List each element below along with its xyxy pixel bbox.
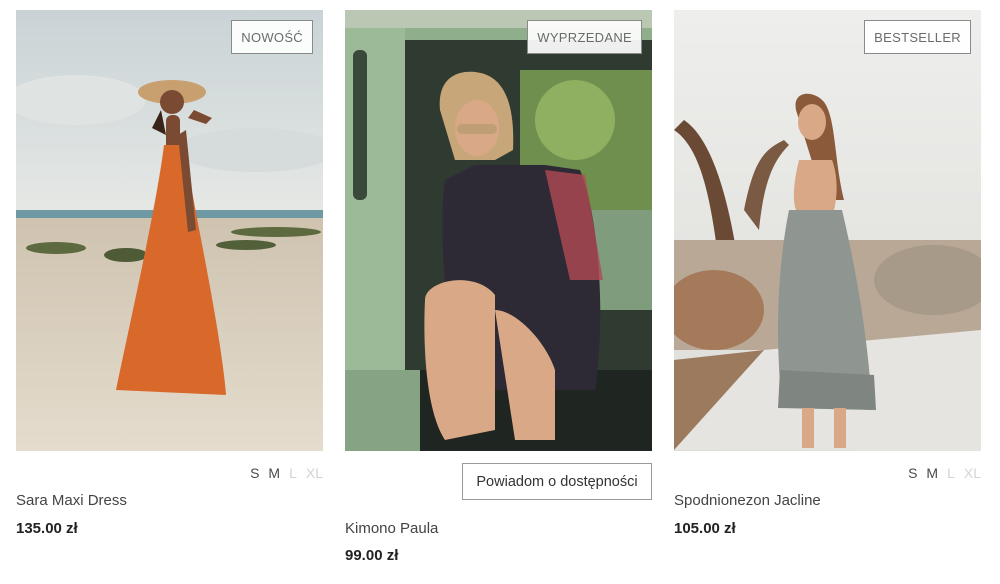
new-badge: NOWOŚĆ [231, 20, 313, 54]
size-options: S M L XL [241, 462, 323, 484]
notify-availability-button[interactable]: Powiadom o dostępności [462, 463, 652, 500]
size-option-xl: XL [963, 465, 981, 481]
product-card: WYPRZEDANE Powiadom o dostępności Kimono… [345, 10, 652, 564]
product-name[interactable]: Kimono Paula [345, 520, 438, 537]
product-image[interactable]: BESTSELLER [674, 10, 981, 451]
garden-photo [674, 10, 981, 451]
product-card: NOWOŚĆ S M L XL Sara Maxi Dress 135.00 z… [16, 10, 323, 537]
size-option-l: L [289, 465, 297, 481]
product-price: 135.00 zł [16, 520, 78, 537]
product-price: 99.00 zł [345, 547, 399, 564]
size-option-m[interactable]: M [926, 462, 938, 484]
beach-photo [16, 10, 323, 451]
product-name[interactable]: Sara Maxi Dress [16, 492, 127, 509]
size-options: S M L XL [899, 462, 981, 484]
size-option-l: L [947, 465, 955, 481]
product-image[interactable]: WYPRZEDANE [345, 10, 652, 451]
car-photo [345, 10, 652, 451]
size-option-s[interactable]: S [250, 462, 259, 484]
sold-out-badge: WYPRZEDANE [527, 20, 642, 54]
product-grid: NOWOŚĆ S M L XL Sara Maxi Dress 135.00 z… [0, 0, 1000, 584]
product-price: 105.00 zł [674, 520, 736, 537]
bestseller-badge: BESTSELLER [864, 20, 971, 54]
size-option-s[interactable]: S [908, 462, 917, 484]
size-option-xl: XL [305, 465, 323, 481]
product-image[interactable]: NOWOŚĆ [16, 10, 323, 451]
product-name[interactable]: Spodnionezon Jacline [674, 492, 821, 509]
product-card: BESTSELLER S M L XL Spodnionezon Jacline… [674, 10, 981, 537]
size-option-m[interactable]: M [268, 462, 280, 484]
